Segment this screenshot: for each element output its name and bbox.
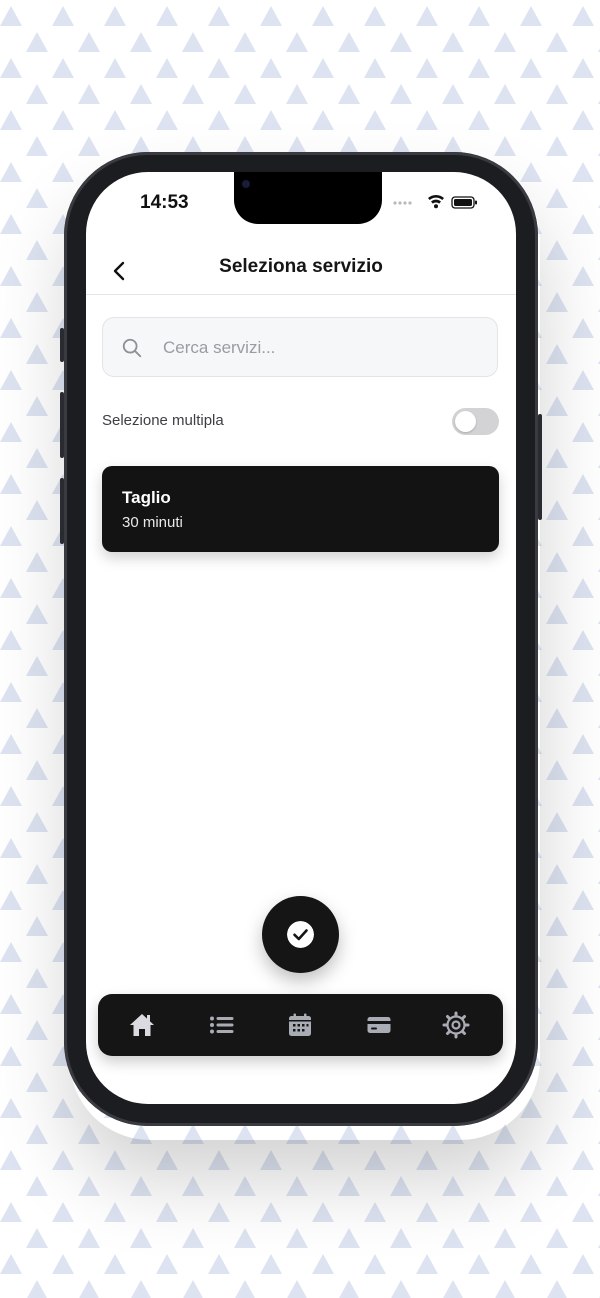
phone-power-button — [538, 414, 542, 520]
navigation-header: Seleziona servizio — [86, 244, 516, 295]
check-circle-icon — [287, 921, 314, 948]
phone-volume-down — [60, 478, 64, 544]
wifi-icon — [428, 194, 444, 209]
toggle-knob — [455, 411, 476, 432]
gear-icon[interactable] — [442, 1011, 470, 1039]
card-icon[interactable] — [365, 1011, 393, 1039]
multi-select-toggle[interactable] — [452, 408, 499, 435]
service-card[interactable]: Taglio 30 minuti — [102, 466, 499, 552]
service-name: Taglio — [122, 488, 171, 507]
search-input[interactable] — [161, 318, 485, 378]
search-icon — [122, 338, 142, 358]
home-icon[interactable] — [128, 1011, 156, 1039]
status-icons — [392, 194, 478, 215]
status-time: 14:53 — [140, 192, 189, 213]
calendar-icon[interactable] — [286, 1011, 314, 1039]
phone-silent-switch — [60, 328, 64, 362]
multi-select-label: Selezione multipla — [102, 412, 224, 429]
battery-icon — [451, 196, 477, 209]
confirm-button[interactable] — [262, 896, 339, 973]
app-screen: 14:53 Seleziona servizio Cerca servizi..… — [86, 172, 516, 1104]
service-duration: 30 minuti — [122, 514, 183, 531]
front-camera — [242, 180, 250, 188]
search-box — [102, 317, 498, 378]
notch — [234, 172, 382, 224]
page-title: Seleziona servizio — [219, 256, 383, 277]
bottom-tab-bar — [98, 994, 503, 1056]
list-icon[interactable] — [208, 1011, 236, 1039]
signal-dots-icon — [393, 201, 412, 205]
phone-volume-up — [60, 392, 64, 458]
